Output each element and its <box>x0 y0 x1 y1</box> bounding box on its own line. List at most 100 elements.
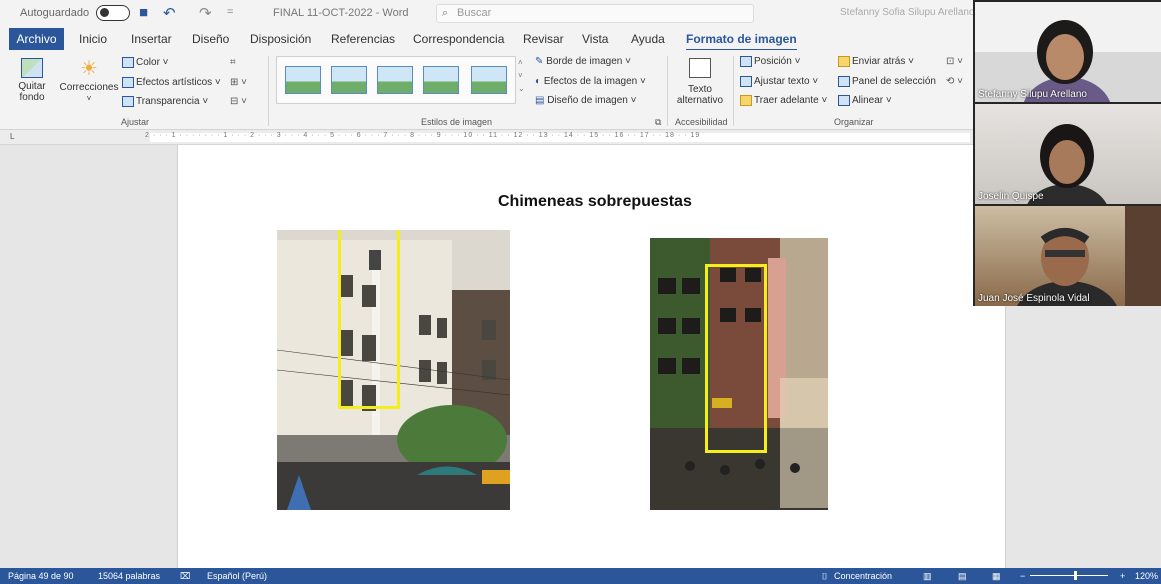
zoom-level[interactable]: 120% <box>1135 571 1158 581</box>
gallery-scroll-arrows[interactable]: ˄ ˅ ⌄ <box>518 56 525 95</box>
participant-avatar <box>1023 20 1111 102</box>
horizontal-ruler[interactable]: L 2 · · · 1 · · · · · · · 1 · · · 2 · · … <box>0 130 975 145</box>
tab-formato-de-imagen[interactable]: Formato de imagen <box>686 32 797 51</box>
remove-background-icon <box>21 58 43 78</box>
quitar-fondo-button[interactable]: Quitar fondo <box>10 58 54 103</box>
alinear-button[interactable]: Alinear ˅ <box>838 95 892 106</box>
tab-referencias[interactable]: Referencias <box>331 32 395 46</box>
group-label-organizar: Organizar <box>834 117 874 127</box>
picture-layout-icon: ▤ <box>535 95 545 106</box>
artistic-effects-icon <box>122 77 134 88</box>
rotate-icon[interactable]: ⟲ ˅ <box>946 76 963 87</box>
ribbon-tabs: Archivo Inicio Insertar Diseño Disposici… <box>0 28 975 51</box>
group-separator <box>667 56 668 126</box>
participant-tile[interactable]: Juan José Espinola Vidal <box>975 206 1161 306</box>
quitar-fondo-label: Quitar fondo <box>18 81 46 103</box>
undo-icon[interactable]: ↶ <box>163 4 176 22</box>
participant-tile[interactable]: Stefanny Silupu Arellano <box>975 2 1161 102</box>
wrap-text-icon <box>740 76 752 87</box>
web-layout-icon[interactable]: ▦ <box>992 571 1001 582</box>
building-photo-left[interactable] <box>277 230 510 510</box>
autosave-toggle[interactable] <box>96 5 130 21</box>
borde-label: Borde de imagen ˅ <box>546 56 631 67</box>
zoom-slider-track[interactable] <box>1030 575 1108 576</box>
proofing-icon[interactable]: ⌧ <box>180 571 190 582</box>
tab-insertar[interactable]: Insertar <box>131 32 172 46</box>
zoom-in-icon[interactable]: + <box>1120 571 1125 581</box>
tab-disposicion[interactable]: Disposición <box>250 32 311 46</box>
alt-text-icon <box>689 58 711 78</box>
panel-de-seleccion-button[interactable]: Panel de selección <box>838 76 936 87</box>
participant-avatar <box>1017 206 1161 306</box>
tab-revisar[interactable]: Revisar <box>523 32 564 46</box>
redo-icon[interactable]: ↷ <box>199 4 212 22</box>
chimney-highlight-box <box>705 264 767 453</box>
save-icon[interactable]: ■ <box>139 4 148 21</box>
tab-diseno[interactable]: Diseño <box>192 32 229 46</box>
picture-effects-icon: ◐ <box>535 76 542 87</box>
traer-adelante-button[interactable]: Traer adelante ˅ <box>740 95 827 106</box>
align-icon <box>838 95 850 106</box>
document-page[interactable]: Chimeneas sobrepuestas <box>177 145 1006 568</box>
focus-icon[interactable]: ⌷ <box>822 571 827 582</box>
borde-de-imagen-button[interactable]: ✎ Borde de imagen ˅ <box>535 56 631 67</box>
group-objects-icon[interactable]: ⊡ ˅ <box>946 56 963 67</box>
correcciones-button[interactable]: ☀ Correcciones ˅ <box>59 58 119 104</box>
picture-style-thumb[interactable] <box>377 66 413 94</box>
word-window: Autoguardado ■ ↶ ↷ = FINAL 11-OCT-2022 -… <box>0 0 1161 584</box>
compress-pictures-icon[interactable]: ⌗ <box>230 57 236 68</box>
traer-label: Traer adelante ˅ <box>754 95 828 107</box>
tab-correspondencia[interactable]: Correspondencia <box>413 32 504 46</box>
picture-style-thumb[interactable] <box>285 66 321 94</box>
ajustar-texto-button[interactable]: Ajustar texto ˅ <box>740 76 818 87</box>
color-label: Color ˅ <box>136 57 169 69</box>
customize-toolbar-icon[interactable]: = <box>227 6 233 18</box>
read-mode-icon[interactable]: ▥ <box>923 571 932 582</box>
participant-avatar <box>1027 124 1107 204</box>
focus-mode-button[interactable]: Concentración <box>834 571 892 581</box>
tab-vista[interactable]: Vista <box>582 32 608 46</box>
ajustar-texto-label: Ajustar texto ˅ <box>754 76 819 88</box>
tab-ayuda[interactable]: Ayuda <box>631 32 665 46</box>
picture-border-icon: ✎ <box>535 56 544 67</box>
document-title: FINAL 11-OCT-2022 - Word <box>273 7 409 19</box>
print-layout-icon[interactable]: ▤ <box>958 571 967 582</box>
efectos-artisticos-label: Efectos artísticos ˅ <box>136 77 221 89</box>
word-count[interactable]: 15064 palabras <box>98 571 160 581</box>
picture-style-thumb[interactable] <box>423 66 459 94</box>
posicion-button[interactable]: Posición ˅ <box>740 56 800 67</box>
language-indicator[interactable]: Español (Perú) <box>207 571 267 581</box>
color-button[interactable]: Color ˅ <box>122 57 169 68</box>
enviar-label: Enviar atrás ˅ <box>852 56 914 68</box>
participant-name: Juan José Espinola Vidal <box>978 293 1090 304</box>
page-counter[interactable]: Página 49 de 90 <box>8 571 74 581</box>
account-name[interactable]: Stefanny Sofia Silupu Arellano <box>840 7 975 18</box>
zoom-out-icon[interactable]: − <box>1020 571 1025 581</box>
efectos-artisticos-button[interactable]: Efectos artísticos ˅ <box>122 77 221 88</box>
texto-alternativo-label: Texto alternativo <box>676 84 724 106</box>
participant-tile[interactable]: Joselin Quispe <box>975 104 1161 204</box>
group-separator <box>733 56 734 126</box>
enviar-atras-button[interactable]: Enviar atrás ˅ <box>838 56 914 67</box>
tab-archivo[interactable]: Archivo <box>9 28 64 50</box>
color-icon <box>122 57 134 68</box>
tab-inicio[interactable]: Inicio <box>79 32 107 46</box>
group-label-estilos: Estilos de imagen <box>421 117 493 127</box>
efectos-de-imagen-button[interactable]: ◐ Efectos de la imagen ˅ <box>535 76 646 87</box>
picture-style-thumb[interactable] <box>471 66 507 94</box>
ruler-numbers: 2 · · · 1 · · · · · · · 1 · · · 2 · · · … <box>145 132 701 139</box>
texto-alternativo-button[interactable]: Texto alternativo <box>672 58 728 106</box>
picture-style-thumb[interactable] <box>331 66 367 94</box>
tab-selector[interactable]: L <box>10 132 14 141</box>
dialog-launcher-icon[interactable]: ⧉ <box>655 117 661 128</box>
sun-icon: ☀ <box>80 58 98 80</box>
reset-picture-icon[interactable]: ⊟ ˅ <box>230 96 247 107</box>
transparencia-button[interactable]: Transparencia ˅ <box>122 96 208 107</box>
zoom-slider-handle[interactable] <box>1074 571 1077 580</box>
search-box[interactable]: ⌕ Buscar <box>436 4 754 23</box>
transparencia-label: Transparencia ˅ <box>136 96 209 108</box>
document-heading: Chimeneas sobrepuestas <box>498 193 692 210</box>
diseno-de-imagen-button[interactable]: ▤ Diseño de imagen ˅ <box>535 95 636 106</box>
change-picture-icon[interactable]: ⊞ ˅ <box>230 77 247 88</box>
building-photo-right[interactable] <box>650 238 828 510</box>
